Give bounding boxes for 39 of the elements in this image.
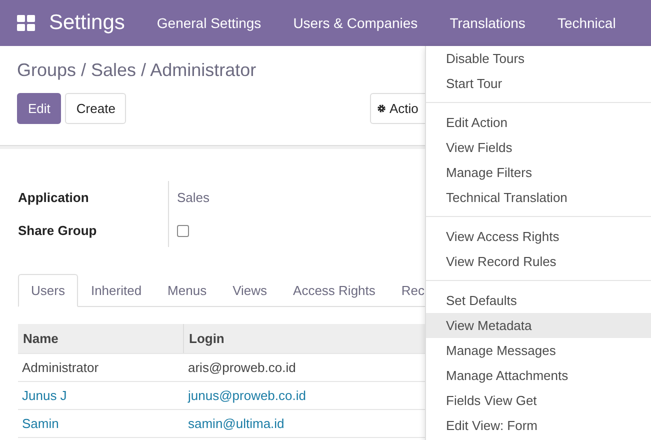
field-label: Application [18,189,90,207]
table-cell-text: samin@ultima.id [187,415,286,433]
menu-item[interactable]: Manage Filters [426,160,651,185]
menu-item[interactable]: View Record Rules [426,249,651,274]
nav-menu-item[interactable]: General Settings [156,15,262,31]
breadcrumb: Groups / Sales / Administrator [17,60,258,81]
tab[interactable]: Inherited [78,274,155,307]
table-cell-text: Junus J [21,387,68,405]
tab[interactable]: Users [18,274,78,307]
menu-item[interactable]: Fields View Get [426,388,651,413]
create-button[interactable]: Create [65,93,126,124]
table-cell-text: Samin [21,415,60,433]
edit-button[interactable]: Edit [17,93,62,124]
gear-icon [377,104,386,113]
menu-item[interactable]: Disable Tours [426,46,651,71]
nav-menu-item[interactable]: Translations [450,15,526,31]
menu-item[interactable]: Manage Messages [426,338,651,363]
nav-menu-item[interactable]: Technical [557,15,616,31]
checkbox[interactable] [177,224,189,236]
apps-grid-icon[interactable] [17,15,35,31]
menu-item[interactable]: Manage Attachments [426,363,651,388]
table-cell-text: aris@proweb.co.id [187,359,297,377]
menu-item[interactable]: Start Tour [426,71,651,96]
menu-item[interactable]: Set Defaults [426,288,651,313]
app-title: Settings [49,11,125,35]
menu-item[interactable]: Technical Translation [426,185,651,210]
table-cell-text: junus@proweb.co.id [186,387,307,405]
field-value: Sales [177,190,210,205]
field-label: Share Group [18,222,98,240]
menu-item[interactable]: View Fields [426,135,651,160]
menu-item[interactable]: View Access Rights [426,224,651,249]
nav-menu-item[interactable]: Users & Companies [293,15,418,31]
tab[interactable]: Access Rights [280,274,388,307]
menu-item[interactable]: Edit View: Form [426,413,651,438]
table-cell-text: Administrator [21,359,100,377]
column-header[interactable]: Name [18,324,184,353]
tab[interactable]: Menus [154,274,220,307]
tab[interactable]: Views [220,274,280,307]
menu-item[interactable]: View Metadata [426,313,651,338]
